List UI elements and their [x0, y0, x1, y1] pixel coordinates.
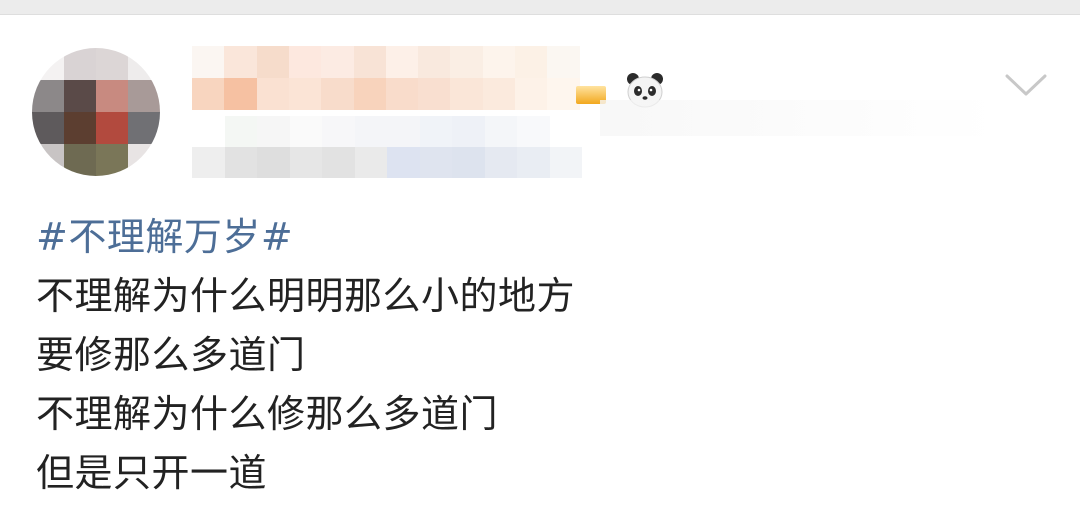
post-body: #不理解万岁# 不理解为什么明明那么小的地方 要修那么多道门 不理解为什么修那么…	[36, 208, 1046, 503]
post-meta	[192, 116, 582, 178]
chevron-down-icon[interactable]	[1004, 70, 1048, 100]
post-text-line: 但是只开一道	[36, 451, 268, 495]
avatar[interactable]	[32, 48, 160, 176]
post-text-line: 不理解为什么明明那么小的地方	[36, 274, 576, 318]
top-bar	[0, 0, 1080, 15]
header-shadow	[600, 100, 1000, 136]
username[interactable]	[192, 46, 612, 110]
post-text-line: 要修那么多道门	[36, 333, 306, 377]
hashtag-link[interactable]: #不理解万岁#	[36, 208, 1046, 267]
post-text-line: 不理解为什么修那么多道门	[36, 392, 499, 436]
